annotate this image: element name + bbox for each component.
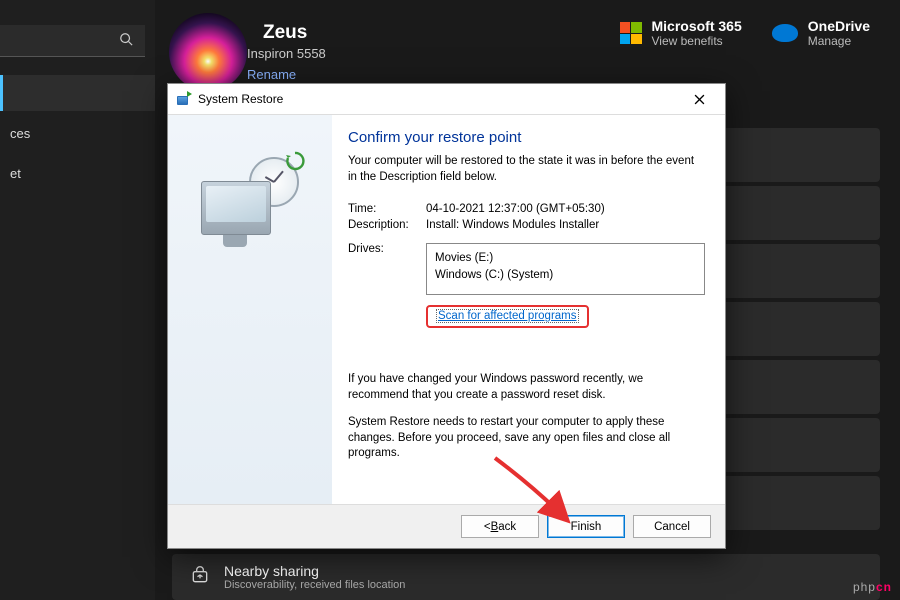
share-icon	[190, 565, 210, 590]
sidebar-item[interactable]: ces	[0, 115, 155, 151]
onedrive-icon	[772, 24, 798, 42]
time-value: 04-10-2021 12:37:00 (GMT+05:30)	[426, 203, 705, 215]
settings-sidebar: ces et	[0, 0, 155, 600]
password-note: If you have changed your Windows passwor…	[348, 372, 705, 403]
sidebar-item-active[interactable]	[0, 75, 155, 111]
dialog-heading: Confirm your restore point	[348, 129, 705, 146]
description-label: Description:	[348, 219, 426, 231]
description-value: Install: Windows Modules Installer	[426, 219, 705, 231]
ms365-card[interactable]: Microsoft 365 View benefits	[620, 18, 742, 48]
ms365-sub: View benefits	[652, 34, 742, 48]
nearby-sub: Discoverability, received files location	[224, 579, 405, 591]
search-input[interactable]	[0, 25, 145, 57]
nearby-sharing-row[interactable]: Nearby sharing Discoverability, received…	[172, 554, 880, 600]
finish-button[interactable]: Finish	[547, 515, 625, 538]
user-avatar[interactable]	[169, 13, 247, 91]
back-button[interactable]: < Back	[461, 515, 539, 538]
drives-list: Movies (E:) Windows (C:) (System)	[426, 243, 705, 295]
search-icon	[119, 32, 133, 49]
dialog-titlebar[interactable]: System Restore	[168, 84, 725, 114]
device-name: Zeus	[263, 22, 326, 44]
scan-affected-link[interactable]: Scan for affected programs	[436, 309, 579, 323]
dialog-title: System Restore	[198, 92, 283, 106]
sidebar-item[interactable]: et	[0, 155, 155, 191]
rename-link[interactable]: Rename	[247, 67, 326, 82]
close-button[interactable]	[681, 85, 717, 113]
system-restore-icon	[176, 91, 192, 107]
drive-item: Movies (E:)	[435, 250, 696, 267]
system-restore-dialog: System Restore Confirm your restore poin…	[167, 83, 726, 549]
dialog-footer: < Back Finish Cancel	[168, 504, 725, 548]
onedrive-card[interactable]: OneDrive Manage	[772, 18, 870, 48]
onedrive-sub: Manage	[808, 34, 870, 48]
microsoft-icon	[620, 22, 642, 44]
restart-note: System Restore needs to restart your com…	[348, 415, 705, 462]
dialog-sidebar-image	[168, 115, 332, 504]
ms365-title: Microsoft 365	[652, 18, 742, 34]
drive-item: Windows (C:) (System)	[435, 267, 696, 284]
drives-label: Drives:	[348, 243, 426, 328]
scan-highlight-annotation: Scan for affected programs	[426, 305, 589, 328]
watermark: phpcn	[853, 580, 892, 594]
device-model: Inspiron 5558	[247, 46, 326, 61]
time-label: Time:	[348, 203, 426, 215]
dialog-intro: Your computer will be restored to the st…	[348, 154, 705, 185]
cancel-button[interactable]: Cancel	[633, 515, 711, 538]
system-header: Zeus Inspiron 5558 Rename Microsoft 365 …	[155, 0, 900, 90]
onedrive-title: OneDrive	[808, 18, 870, 34]
nearby-title: Nearby sharing	[224, 563, 405, 579]
